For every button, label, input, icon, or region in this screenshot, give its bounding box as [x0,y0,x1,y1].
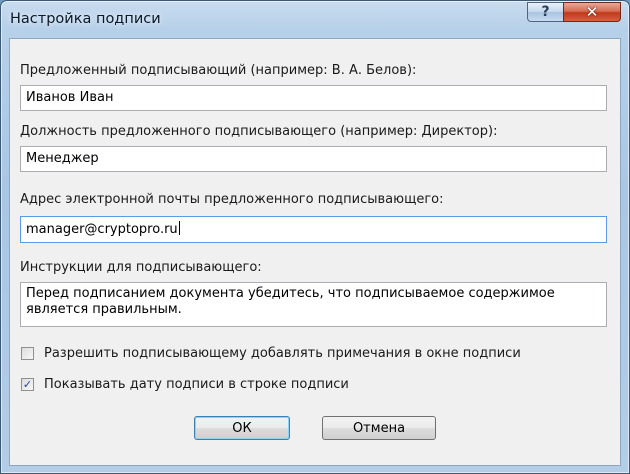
allow-comments-option[interactable]: Разрешить подписывающему добавлять приме… [21,346,521,361]
email-label: Адрес электронной почты предложенного по… [20,192,444,207]
help-button[interactable]: ? [527,2,564,22]
close-button[interactable]: ✕ [563,2,621,22]
allow-comments-checkbox[interactable] [21,347,34,360]
signature-setup-dialog: Настройка подписи ? ✕ Предложенный подпи… [0,0,630,474]
signer-title-input[interactable]: Менеджер [20,146,607,172]
signer-value: Иванов Иван [26,90,114,105]
show-date-option[interactable]: ✓ Показывать дату подписи в строке подпи… [21,377,349,392]
checkmark-icon: ✓ [22,378,33,391]
signer-input[interactable]: Иванов Иван [20,85,607,111]
instructions-textarea[interactable]: Перед подписанием документа убедитесь, ч… [20,282,607,327]
email-input[interactable]: manager@cryptopro.ru [20,216,607,243]
signer-title-value: Менеджер [26,151,99,166]
signer-title-label: Должность предложенного подписывающего (… [20,124,498,139]
dialog-title: Настройка подписи [10,11,161,27]
title-bar[interactable]: Настройка подписи ? ✕ [1,1,629,37]
email-value: manager@cryptopro.ru [26,222,178,237]
instructions-value: Перед подписанием документа убедитесь, ч… [26,286,555,317]
show-date-label: Показывать дату подписи в строке подписи [44,377,349,392]
close-icon: ✕ [585,3,599,21]
allow-comments-label: Разрешить подписывающему добавлять приме… [44,346,521,361]
cancel-button[interactable]: Отмена [322,416,436,440]
instructions-label: Инструкции для подписывающего: [20,260,262,275]
dialog-body: Предложенный подписывающий (например: В.… [9,38,621,466]
signer-label: Предложенный подписывающий (например: В.… [20,63,417,78]
help-icon: ? [541,4,550,20]
show-date-checkbox[interactable]: ✓ [21,378,34,391]
ok-button[interactable]: ОК [194,416,290,440]
text-caret [178,221,180,235]
